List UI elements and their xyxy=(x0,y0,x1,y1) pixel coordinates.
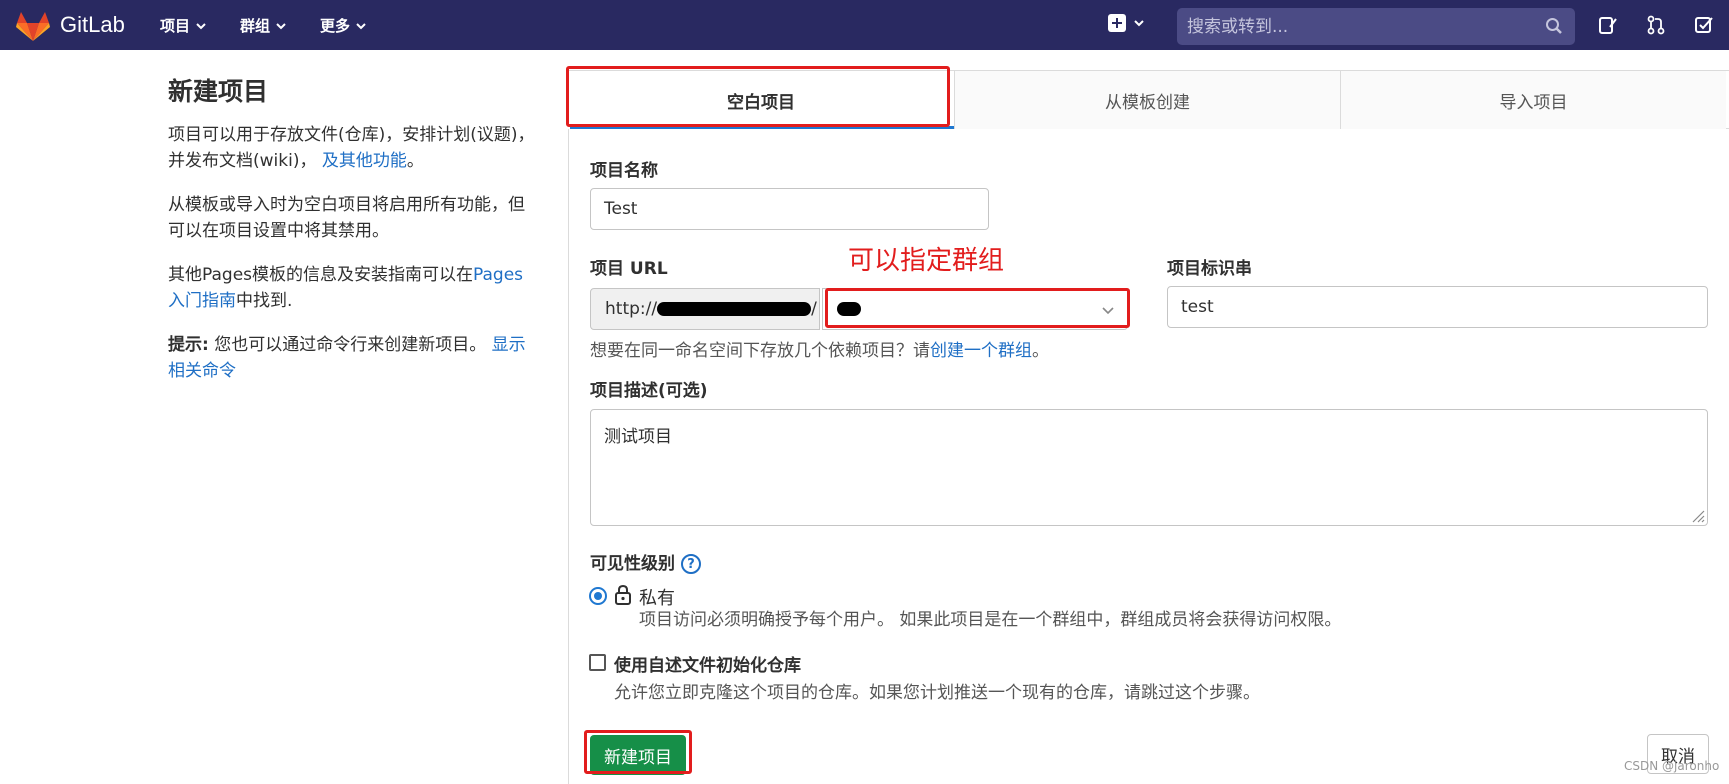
redacted-namespace-mark xyxy=(837,302,861,316)
intro-paragraph-3: 其他Pages模板的信息及安装指南可以在Pages入门指南中找到. xyxy=(168,262,538,314)
namespace-select[interactable] xyxy=(822,288,1128,330)
create-project-button[interactable]: 新建项目 xyxy=(590,735,686,775)
brand-name[interactable]: GitLab xyxy=(60,12,125,38)
chevron-down-icon xyxy=(1134,20,1144,27)
project-name-label: 项目名称 xyxy=(590,161,658,181)
question-circle-icon[interactable]: ? xyxy=(681,554,701,574)
private-description: 项目访问必须明确授予每个用户。 如果此项目是在一个群组中，群组成员将会获得访问权… xyxy=(639,610,1342,630)
url-prefix-slash: / xyxy=(811,299,817,319)
group-help-prefix: 想要在同一命名空间下存放几个依赖项目？请 xyxy=(590,341,930,361)
intro-text-3: 其他Pages模板的信息及安装指南可以在 xyxy=(168,265,474,285)
chevron-down-icon xyxy=(276,22,286,29)
page-title: 新建项目 xyxy=(168,77,269,106)
tip-text: 您也可以通过命令行来创建新项目。 xyxy=(208,335,492,355)
gitlab-logo-icon[interactable] xyxy=(16,10,50,42)
watermark: CSDN @jaronho xyxy=(1624,759,1720,773)
group-help-end: 。 xyxy=(1032,341,1049,361)
plus-square-icon xyxy=(1108,14,1126,32)
visibility-label: 可见性级别 xyxy=(590,554,675,574)
resize-handle-icon[interactable] xyxy=(1689,507,1705,523)
search-input[interactable] xyxy=(1177,8,1575,45)
project-url-label: 项目 URL xyxy=(590,259,668,279)
more-features-link[interactable]: 及其他功能 xyxy=(322,151,407,171)
project-name-input[interactable]: Test xyxy=(590,188,989,230)
new-dropdown-button[interactable] xyxy=(1108,14,1144,32)
search-icon[interactable] xyxy=(1545,17,1563,35)
tab-import-project[interactable]: 导入项目 xyxy=(1340,71,1726,129)
chevron-down-icon xyxy=(1102,307,1114,315)
url-prefix-text: http:// xyxy=(605,299,658,319)
chevron-down-icon xyxy=(356,22,366,29)
top-navbar: GitLab 项目 群组 更多 xyxy=(0,0,1729,50)
search-box[interactable] xyxy=(1177,8,1575,45)
nav-menu-more[interactable]: 更多 xyxy=(320,15,366,36)
group-help-text: 想要在同一命名空间下存放几个依赖项目？请创建一个群组。 xyxy=(590,336,1049,361)
intro-paragraph-1: 项目可以用于存放文件(仓库)，安排计划(议题)，并发布文档(wiki)， 及其他… xyxy=(168,122,538,174)
intro-paragraph-2: 从模板或导入时为空白项目将启用所有功能，但可以在项目设置中将其禁用。 xyxy=(168,195,525,241)
url-prefix: http:// / xyxy=(590,288,820,330)
redacted-host-mark xyxy=(657,302,812,316)
private-radio[interactable] xyxy=(589,587,607,605)
form-left-border xyxy=(568,129,569,784)
description-label: 项目描述(可选) xyxy=(590,381,708,401)
tip-label: 提示: xyxy=(168,335,209,355)
readme-checkbox[interactable] xyxy=(589,654,606,671)
readme-label: 使用自述文件初始化仓库 xyxy=(614,656,801,676)
description-value: 测试项目 xyxy=(604,427,672,447)
project-slug-label: 项目标识串 xyxy=(1167,259,1252,279)
nav-menu-groups[interactable]: 群组 xyxy=(240,15,286,36)
annotation-text: 可以指定群组 xyxy=(848,246,1005,276)
nav-menu-groups-label: 群组 xyxy=(240,17,271,35)
nav-menu-projects[interactable]: 项目 xyxy=(160,15,206,36)
todo-icon[interactable] xyxy=(1694,15,1714,35)
tab-blank-project[interactable]: 空白项目 xyxy=(568,71,954,129)
nav-menu-more-label: 更多 xyxy=(320,17,351,35)
visibility-label-row: 可见性级别? xyxy=(590,549,701,574)
tab-from-template[interactable]: 从模板创建 xyxy=(954,71,1340,129)
active-tab-indicator xyxy=(570,126,954,129)
issues-icon[interactable] xyxy=(1598,15,1618,35)
intro-end-3: 中找到. xyxy=(236,291,293,311)
merge-request-icon[interactable] xyxy=(1646,15,1666,35)
project-slug-input[interactable]: test xyxy=(1167,286,1708,328)
nav-menu-projects-label: 项目 xyxy=(160,17,191,35)
lock-icon xyxy=(615,584,631,605)
project-type-tabs: 空白项目 从模板创建 导入项目 xyxy=(568,70,1729,129)
description-textarea[interactable]: 测试项目 xyxy=(590,409,1708,526)
readme-description: 允许您立即克隆这个项目的仓库。如果您计划推送一个现有的仓库，请跳过这个步骤。 xyxy=(614,683,1260,703)
tip-paragraph: 提示: 您也可以通过命令行来创建新项目。 显示相关命令 xyxy=(168,332,538,384)
intro-end-1: 。 xyxy=(406,151,424,171)
create-group-link[interactable]: 创建一个群组 xyxy=(930,341,1032,361)
chevron-down-icon xyxy=(196,22,206,29)
intro-panel: 新建项目 项目可以用于存放文件(仓库)，安排计划(议题)，并发布文档(wiki)… xyxy=(168,72,538,402)
